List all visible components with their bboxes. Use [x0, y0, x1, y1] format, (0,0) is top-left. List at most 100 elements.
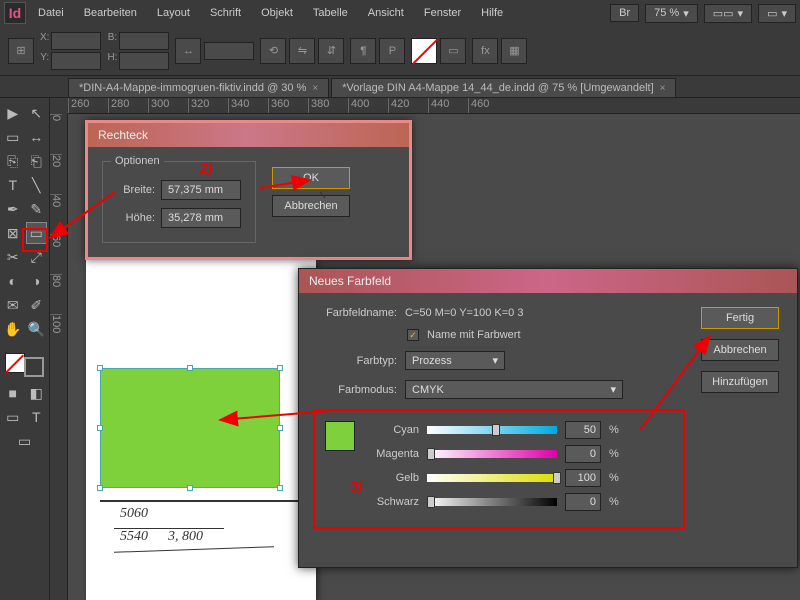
menubar: Id DateiBearbeitenLayoutSchriftObjektTab… [0, 0, 800, 26]
magenta-value[interactable] [565, 445, 601, 463]
height-label: Höhe: [117, 212, 155, 224]
dialog-title: Neues Farbfeld [299, 269, 797, 293]
menu-item[interactable]: Bearbeiten [74, 3, 147, 23]
chevron-down-icon: ▾ [683, 7, 689, 20]
chevron-down-icon: ▾ [492, 354, 498, 367]
cyan-slider[interactable] [427, 426, 557, 434]
menu-item[interactable]: Hilfe [471, 3, 513, 23]
rotate-icon[interactable]: ⟲ [260, 38, 286, 64]
zoom-select[interactable]: 75 % ▾ [645, 4, 698, 23]
screen-mode-select[interactable]: ▭ ▾ [758, 4, 796, 23]
rectangle-object[interactable] [100, 368, 280, 488]
type-tool[interactable]: T [2, 174, 24, 196]
rectangle-tool[interactable]: ▭ [26, 222, 48, 244]
direct-selection-tool[interactable]: ↖ [26, 102, 48, 124]
menu-item[interactable]: Tabelle [303, 3, 358, 23]
gradient-feather-tool[interactable]: ◑ [26, 270, 48, 292]
yellow-value[interactable] [565, 469, 601, 487]
zoom-tool[interactable]: 🔍 [26, 318, 48, 340]
flip-v-icon[interactable]: ⇵ [318, 38, 344, 64]
fill-stroke-swatch[interactable] [2, 350, 47, 380]
scale-x-icon[interactable]: ↔ [175, 38, 201, 64]
fieldset-legend: Optionen [111, 155, 164, 167]
color-mode-label: Farbmodus: [313, 384, 397, 396]
yellow-slider[interactable] [427, 474, 557, 482]
sketch-content: 5060 55403, 800 [100, 500, 300, 580]
formatting-text[interactable]: T [26, 406, 48, 428]
transform-tool[interactable]: ⤢ [26, 246, 48, 268]
color-type-select[interactable]: Prozess▾ [405, 351, 505, 370]
bridge-button[interactable]: Br [610, 4, 639, 22]
ok-button[interactable]: OK [272, 167, 350, 189]
cancel-button[interactable]: Abbrechen [272, 195, 350, 217]
chevron-down-icon: ▾ [610, 383, 616, 396]
view-mode[interactable]: ▭ [2, 430, 47, 452]
text-icon[interactable]: P [379, 38, 405, 64]
gap-tool[interactable]: ↔ [26, 126, 48, 148]
black-slider[interactable] [427, 498, 557, 506]
hand-tool[interactable]: ✋ [2, 318, 24, 340]
scale-x-field[interactable] [204, 42, 254, 60]
stroke-swatch[interactable]: ▭ [440, 38, 466, 64]
document-tab[interactable]: *Vorlage DIN A4-Mappe 14_44_de.indd @ 75… [331, 78, 676, 97]
menu-item[interactable]: Ansicht [358, 3, 414, 23]
scissors-tool[interactable]: ✂ [2, 246, 24, 268]
line-tool[interactable]: ╲ [26, 174, 48, 196]
wrap-icon[interactable]: ▦ [501, 38, 527, 64]
note-tool[interactable]: ✉ [2, 294, 24, 316]
apply-color[interactable]: ■ [2, 382, 24, 404]
annotation-step2: 2) [200, 160, 212, 176]
rectangle-dialog: Rechteck Optionen Breite: Höhe: OK Abbre… [85, 120, 412, 260]
fill-swatch[interactable] [411, 38, 437, 64]
content-placer-tool[interactable]: ⎗ [26, 150, 48, 172]
page-tool[interactable]: ▭ [2, 126, 24, 148]
y-field[interactable] [51, 52, 101, 70]
menu-item[interactable]: Schrift [200, 3, 251, 23]
name-with-value-checkbox[interactable]: ✓ [407, 329, 419, 341]
x-field[interactable] [51, 32, 101, 50]
app-icon: Id [4, 2, 26, 24]
magenta-slider[interactable] [427, 450, 557, 458]
frame-tool[interactable]: ⊠ [2, 222, 24, 244]
flip-h-icon[interactable]: ⇋ [289, 38, 315, 64]
done-button[interactable]: Fertig [701, 307, 779, 329]
cmyk-panel: Cyan % Magenta % Gelb % [313, 409, 685, 529]
height-input[interactable] [161, 208, 241, 228]
h-field[interactable] [119, 52, 169, 70]
gradient-swatch-tool[interactable]: ◐ [2, 270, 24, 292]
pen-tool[interactable]: ✒ [2, 198, 24, 220]
new-swatch-dialog: Neues Farbfeld Farbfeldname: C=50 M=0 Y=… [298, 268, 798, 568]
swatch-name-label: Farbfeldname: [313, 307, 397, 319]
annotation-step3: 3) [350, 478, 362, 494]
document-tab[interactable]: *DIN-A4-Mappe-immogruen-fiktiv.indd @ 30… [68, 78, 329, 97]
w-field[interactable] [119, 32, 169, 50]
menu-item[interactable]: Objekt [251, 3, 303, 23]
color-preview [325, 421, 355, 451]
document-tabs: *DIN-A4-Mappe-immogruen-fiktiv.indd @ 30… [0, 76, 800, 98]
reference-point-icon[interactable]: ⊞ [8, 38, 34, 64]
effects-icon[interactable]: fx [472, 38, 498, 64]
add-button[interactable]: Hinzufügen [701, 371, 779, 393]
menu-item[interactable]: Fenster [414, 3, 471, 23]
content-collector-tool[interactable]: ⎘ [2, 150, 24, 172]
eyedropper-tool[interactable]: ✐ [26, 294, 48, 316]
selection-tool[interactable]: ▶ [2, 102, 24, 124]
formatting-container[interactable]: ▭ [2, 406, 24, 428]
menu-item[interactable]: Datei [28, 3, 74, 23]
cancel-button[interactable]: Abbrechen [701, 339, 779, 361]
color-mode-select[interactable]: CMYK▾ [405, 380, 623, 399]
view-mode-select[interactable]: ▭▭ ▾ [704, 4, 752, 23]
menu-item[interactable]: Layout [147, 3, 200, 23]
dialog-title: Rechteck [88, 123, 409, 147]
close-icon[interactable]: × [312, 83, 318, 94]
chevron-down-icon: ▾ [781, 7, 787, 20]
toolbox: ▶↖ ▭↔ ⎘⎗ T╲ ✒✎ ⊠▭ ✂⤢ ◐◑ ✉✐ ✋🔍 ■◧ ▭T ▭ [0, 98, 50, 600]
close-icon[interactable]: × [660, 83, 666, 94]
cyan-value[interactable] [565, 421, 601, 439]
width-input[interactable] [161, 180, 241, 200]
paragraph-icon[interactable]: ¶ [350, 38, 376, 64]
black-value[interactable] [565, 493, 601, 511]
pencil-tool[interactable]: ✎ [26, 198, 48, 220]
checkbox-label: Name mit Farbwert [427, 329, 521, 341]
apply-gradient[interactable]: ◧ [26, 382, 48, 404]
